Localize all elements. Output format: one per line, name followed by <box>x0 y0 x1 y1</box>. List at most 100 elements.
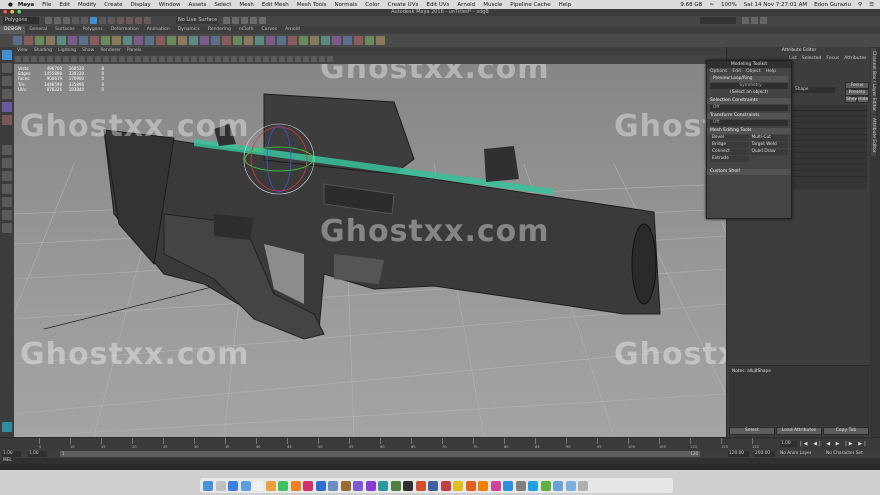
shelf-tab-design[interactable]: DESIGN <box>0 26 26 34</box>
menu-edit[interactable]: Edit <box>59 2 70 8</box>
keyshot-icon[interactable] <box>415 480 426 491</box>
messages-icon[interactable] <box>278 480 288 491</box>
panel-tool-icon[interactable] <box>279 56 285 62</box>
after-effects-icon[interactable] <box>353 480 363 491</box>
shelf-tool-icon[interactable] <box>222 36 231 45</box>
menu-edit-uvs[interactable]: Edit UVs <box>426 2 449 8</box>
shelf-tool-icon[interactable] <box>255 36 264 45</box>
notes-area[interactable]: Notes: alkj8Shape <box>729 365 869 426</box>
photoshop-icon[interactable] <box>315 480 326 491</box>
layout-hypershade-icon[interactable] <box>2 210 12 220</box>
move-tool-icon[interactable] <box>2 89 12 99</box>
shelf-tab-surfaces[interactable]: Surfaces <box>51 26 79 34</box>
layout-four-icon[interactable] <box>2 158 12 168</box>
launchpad-icon[interactable] <box>215 480 226 491</box>
panel-tool-icon[interactable] <box>183 56 189 62</box>
menu-edit-mesh[interactable]: Edit Mesh <box>262 2 289 8</box>
menu-create[interactable]: Create <box>104 2 122 8</box>
finder-icon[interactable] <box>203 480 213 491</box>
select-hierarchy-icon[interactable] <box>90 17 97 24</box>
snap-surface-icon[interactable] <box>144 17 151 24</box>
menu-file[interactable]: File <box>42 2 51 8</box>
undo-icon[interactable] <box>72 17 79 24</box>
menu-window[interactable]: Window <box>159 2 181 8</box>
range-start-field[interactable]: 1.00 <box>28 451 47 457</box>
shelf-tool-icon[interactable] <box>13 36 22 45</box>
preferences-icon[interactable] <box>515 480 526 491</box>
workspace-icon[interactable] <box>2 422 12 432</box>
clock[interactable]: Sat 14 Nov 7:27:01 AM <box>744 2 807 8</box>
panel-tool-icon[interactable] <box>23 56 29 62</box>
perspective-viewport[interactable]: Verts: 496700 160530 8 Edges: 1455898 33… <box>14 64 726 437</box>
panel-tool-icon[interactable] <box>175 56 181 62</box>
panel-tool-icon[interactable] <box>31 56 37 62</box>
redo-icon[interactable] <box>81 17 88 24</box>
scale-tool-icon[interactable] <box>2 115 12 125</box>
shelf-tool-icon[interactable] <box>310 36 319 45</box>
panel-tool-icon[interactable] <box>231 56 237 62</box>
itunes-icon[interactable] <box>490 480 501 491</box>
custom-shelf-header[interactable]: Custom Shelf <box>707 169 791 175</box>
mtk-menu-help[interactable]: Help <box>766 68 776 75</box>
panel-tool-icon[interactable] <box>303 56 309 62</box>
extrude-tool-button[interactable]: Extrude <box>710 156 749 162</box>
appstore-icon[interactable] <box>503 480 513 491</box>
shelf-tool-icon[interactable] <box>57 36 66 45</box>
layout-outliner-icon[interactable] <box>2 184 12 194</box>
shelf-tool-icon[interactable] <box>35 36 44 45</box>
time-slider[interactable]: 5 10 15 20 25 30 35 40 45 50 55 60 65 70 75 80 85 90 95 100… <box>0 437 880 451</box>
attr-menu-attributes[interactable]: Attributes <box>844 55 866 62</box>
new-scene-icon[interactable] <box>45 17 52 24</box>
mail-icon[interactable] <box>240 480 251 491</box>
close-window-icon[interactable]: ● <box>3 9 7 16</box>
panel-tool-icon[interactable] <box>103 56 109 62</box>
shelf-tool-icon[interactable] <box>233 36 242 45</box>
panel-tool-icon[interactable] <box>327 56 333 62</box>
command-search-field[interactable] <box>700 17 736 24</box>
panel-tool-icon[interactable] <box>167 56 173 62</box>
shelf-tool-icon[interactable] <box>365 36 374 45</box>
panel-tool-icon[interactable] <box>239 56 245 62</box>
shelf-tool-icon[interactable] <box>68 36 77 45</box>
menu-mesh-tools[interactable]: Mesh Tools <box>297 2 327 8</box>
shelf-tab-rendering[interactable]: Rendering <box>204 26 235 34</box>
shelf-tool-icon[interactable] <box>376 36 385 45</box>
lightroom-icon[interactable] <box>328 480 338 491</box>
menu-modify[interactable]: Modify <box>78 2 96 8</box>
panel-tool-icon[interactable] <box>95 56 101 62</box>
connect-tool-button[interactable]: Connect <box>710 149 749 155</box>
select-button[interactable]: Select <box>729 427 775 435</box>
show-button[interactable]: Show <box>845 96 858 103</box>
current-frame-field[interactable]: 1.00 <box>780 441 797 447</box>
panel-tool-icon[interactable] <box>71 56 77 62</box>
shelf-tool-icon[interactable] <box>24 36 33 45</box>
selection-constraint-select[interactable]: Off <box>710 105 788 111</box>
shelf-tool-icon[interactable] <box>145 36 154 45</box>
ipr-render-icon[interactable] <box>241 17 248 24</box>
snap-point-icon[interactable] <box>135 17 142 24</box>
vlc-icon[interactable] <box>478 480 488 491</box>
open-scene-icon[interactable] <box>54 17 61 24</box>
panel-menu-lighting[interactable]: Lighting <box>55 47 79 55</box>
panel-tool-icon[interactable] <box>135 56 141 62</box>
notification-icon[interactable]: ☰ <box>869 2 874 8</box>
layout-single-icon[interactable] <box>2 145 12 155</box>
panel-tool-icon[interactable] <box>47 56 53 62</box>
panel-tool-icon[interactable] <box>143 56 149 62</box>
shelf-tab-deformation[interactable]: Deformation <box>107 26 143 34</box>
hide-button[interactable]: Hide <box>857 96 869 103</box>
shelf-tool-icon[interactable] <box>321 36 330 45</box>
panel-tool-icon[interactable] <box>255 56 261 62</box>
shelf-tool-icon[interactable] <box>244 36 253 45</box>
folder-icon[interactable] <box>553 480 563 491</box>
menu-help[interactable]: Help <box>559 2 572 8</box>
bevel-tool-button[interactable]: Bevel <box>710 135 749 141</box>
shelf-tool-icon[interactable] <box>288 36 297 45</box>
shelf-tab-curves[interactable]: Curves <box>258 26 282 34</box>
lasso-tool-icon[interactable] <box>2 63 12 73</box>
panel-tool-icon[interactable] <box>63 56 69 62</box>
select-component-icon[interactable] <box>108 17 115 24</box>
shelf-tool-icon[interactable] <box>167 36 176 45</box>
panel-menu-shading[interactable]: Shading <box>31 47 55 55</box>
render-view-icon[interactable] <box>223 17 230 24</box>
